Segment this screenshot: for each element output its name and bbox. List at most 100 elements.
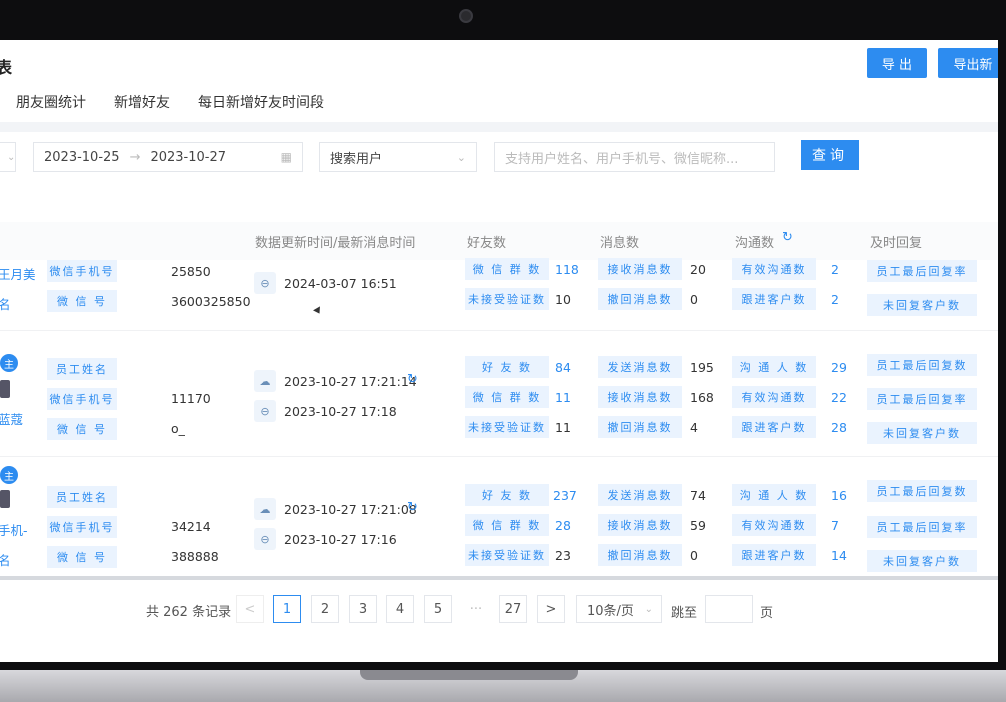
message-time-icon: ⊖ — [254, 272, 276, 294]
sent-messages-count: 74 — [690, 488, 706, 503]
effective-communication-count[interactable]: 22 — [831, 390, 847, 405]
latest-message-time: 2023-10-27 17:16 — [284, 532, 397, 547]
goto-page-input[interactable] — [705, 595, 753, 623]
received-messages-count: 168 — [690, 390, 714, 405]
tag-unaccepted: 未接受验证数 — [465, 288, 549, 310]
date-range-picker[interactable]: 2023-10-25 → 2023-10-27 ▦ — [33, 142, 303, 172]
search-input[interactable]: 支持用户姓名、用户手机号、微信昵称... — [494, 142, 775, 172]
arrow-right-icon: → — [129, 149, 141, 165]
tag-last-reply-count: 员工最后回复数 — [867, 354, 977, 376]
wechat-groups-count[interactable]: 28 — [555, 518, 571, 533]
wechat-groups-count[interactable]: 11 — [555, 390, 571, 405]
tag-last-reply-count: 员工最后回复数 — [867, 480, 977, 502]
col-friends: 好友数 — [467, 236, 507, 251]
tag-effective-communication: 有效沟通数 — [732, 386, 816, 408]
effective-communication-count[interactable]: 7 — [831, 518, 839, 533]
col-update-time: 数据更新时间/最新消息时间 — [255, 236, 416, 251]
owner-badge: 主 — [0, 466, 18, 484]
communication-people-count[interactable]: 16 — [831, 488, 847, 503]
tag-wechat-id: 微 信 号 — [47, 418, 117, 440]
search-placeholder: 支持用户姓名、用户手机号、微信昵称... — [505, 151, 739, 167]
laptop-frame: 表 导 出 导出新 朋友圈统计 新增好友 每日新增好友时间段 ⌄ 2023-10… — [0, 0, 1006, 702]
refresh-icon[interactable]: ↻ — [782, 230, 793, 245]
tag-received-messages: 接收消息数 — [598, 386, 682, 408]
page-27[interactable]: 27 — [499, 595, 527, 623]
export-button[interactable]: 导 出 — [867, 48, 927, 78]
tag-followed-customers: 跟进客户数 — [732, 544, 816, 566]
tag-last-reply-rate: 员工最后回复率 — [867, 260, 977, 282]
total-records: 共 262 条记录 — [146, 605, 232, 620]
date-start: 2023-10-25 — [44, 149, 120, 165]
page-2[interactable]: 2 — [311, 595, 339, 623]
query-button[interactable]: 查询 — [801, 140, 859, 170]
tab-moments-stats[interactable]: 朋友圈统计 — [16, 92, 86, 112]
goto-label: 跳至 — [671, 606, 698, 621]
tag-communication-people: 沟 通 人 数 — [732, 484, 816, 506]
page-3[interactable]: 3 — [349, 595, 377, 623]
tag-sent-messages: 发送消息数 — [598, 484, 682, 506]
bezel-top — [0, 0, 1006, 40]
wechat-phone: 34214 — [171, 519, 211, 534]
tag-communication-people: 沟 通 人 数 — [732, 356, 816, 378]
divider — [0, 122, 998, 132]
page-1[interactable]: 1 — [273, 595, 301, 623]
prev-page-button[interactable]: < — [236, 595, 264, 623]
mouse-cursor — [313, 306, 323, 316]
followed-customers-count[interactable]: 28 — [831, 420, 847, 435]
filter-select-partial[interactable]: ⌄ — [0, 142, 16, 172]
wechat-id: 3600325850 — [171, 294, 251, 309]
avatar — [0, 490, 10, 508]
tag-wechat-groups: 微 信 群 数 — [465, 386, 549, 408]
tag-effective-communication: 有效沟通数 — [732, 514, 816, 536]
tag-wechat-id: 微 信 号 — [47, 546, 117, 568]
recalled-messages-count: 0 — [690, 292, 698, 307]
tag-wechat-groups: 微 信 群 数 — [465, 258, 549, 280]
effective-communication-count[interactable]: 2 — [831, 262, 839, 277]
col-messages: 消息数 — [600, 236, 640, 251]
user-name-partial: 名 — [0, 553, 11, 568]
screen: 表 导 出 导出新 朋友圈统计 新增好友 每日新增好友时间段 ⌄ 2023-10… — [0, 40, 998, 662]
next-page-button[interactable]: > — [537, 595, 565, 623]
search-type-value: 搜索用户 — [330, 151, 383, 167]
webcam — [459, 9, 473, 23]
recalled-messages-count: 4 — [690, 420, 698, 435]
received-messages-count: 59 — [690, 518, 706, 533]
communication-people-count[interactable]: 29 — [831, 360, 847, 375]
unaccepted-count: 23 — [555, 548, 571, 563]
message-time-icon: ⊖ — [254, 400, 276, 422]
tab-daily-new-friends-time[interactable]: 每日新增好友时间段 — [198, 92, 324, 112]
friends-count[interactable]: 237 — [553, 488, 577, 503]
page-size-select[interactable]: 10条/页 ⌄ — [576, 595, 662, 623]
data-update-time: 2023-10-27 17:21:08 — [284, 502, 417, 517]
chevron-down-icon: ⌄ — [644, 603, 653, 615]
followed-customers-count[interactable]: 14 — [831, 548, 847, 563]
tag-wechat-phone: 微信手机号 — [47, 516, 117, 538]
search-type-select[interactable]: 搜索用户 ⌄ — [319, 142, 477, 172]
latest-message-time: 2023-10-27 17:18 — [284, 404, 397, 419]
tag-friends: 好 友 数 — [465, 356, 549, 378]
bezel-right — [998, 0, 1006, 670]
followed-customers-count[interactable]: 2 — [831, 292, 839, 307]
page-size-value: 10条/页 — [587, 603, 634, 619]
laptop-notch — [360, 670, 578, 680]
avatar — [0, 380, 10, 398]
tag-recalled-messages: 撤回消息数 — [598, 288, 682, 310]
col-timely-reply: 及时回复 — [870, 236, 923, 251]
page-ellipsis[interactable]: ··· — [462, 595, 490, 623]
horizontal-scrollbar[interactable] — [0, 576, 998, 580]
latest-message-time: 2024-03-07 16:51 — [284, 276, 397, 291]
friends-count[interactable]: 84 — [555, 360, 571, 375]
wechat-groups-count[interactable]: 118 — [555, 262, 579, 277]
sync-icon[interactable]: ↻ — [407, 500, 418, 515]
tag-last-reply-rate: 员工最后回复率 — [867, 388, 977, 410]
page-unit-label: 页 — [760, 606, 774, 621]
export-new-button[interactable]: 导出新 — [938, 48, 998, 78]
unaccepted-count: 11 — [555, 420, 571, 435]
tag-received-messages: 接收消息数 — [598, 514, 682, 536]
user-name-partial: 手机- — [0, 523, 28, 538]
sync-icon[interactable]: ↻ — [407, 372, 418, 387]
tab-new-friends[interactable]: 新增好友 — [114, 92, 170, 112]
page-5[interactable]: 5 — [424, 595, 452, 623]
page-4[interactable]: 4 — [386, 595, 414, 623]
tag-followed-customers: 跟进客户数 — [732, 416, 816, 438]
